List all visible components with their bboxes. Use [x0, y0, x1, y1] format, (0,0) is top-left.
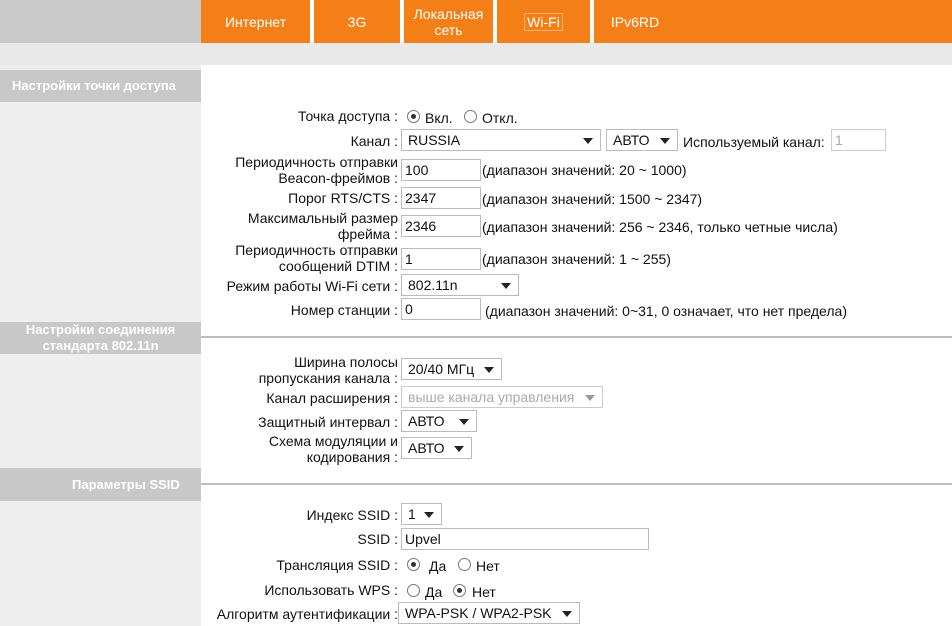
- label-access-point: Точка доступа :: [297, 108, 398, 124]
- label-dtim: Периодичность отправки сообщений DTIM :: [235, 242, 398, 274]
- rts-input[interactable]: 2347: [401, 187, 481, 209]
- label-beacon: Периодичность отправки Beacon-фреймов :: [235, 154, 398, 186]
- used-channel-field: 1: [831, 129, 886, 151]
- select-value: 20/40 МГц: [408, 361, 475, 377]
- label-broadcast: Трансляция SSID :: [276, 557, 398, 573]
- broadcast-yes-radio[interactable]: [407, 558, 420, 571]
- tab-internet[interactable]: Интернет: [201, 0, 314, 43]
- section-80211n: Настройки соединения стандарта 802.11n: [0, 322, 201, 354]
- broadcast-yes-label: Да: [429, 558, 447, 574]
- label-mcs: Схема модуляции и кодирования :: [268, 433, 398, 465]
- frag-input[interactable]: 2346: [401, 215, 481, 237]
- chevron-down-icon: [585, 395, 595, 401]
- broadcast-no-radio[interactable]: [458, 558, 471, 571]
- section-ssid: Параметры SSID: [0, 468, 201, 501]
- station-hint: (диапазон значений: 0~31, 0 означает, чт…: [485, 303, 847, 319]
- label-channel: Канал :: [350, 133, 398, 149]
- channel-select[interactable]: АВТО: [606, 129, 678, 151]
- rts-hint: (диапазон значений: 1500 ~ 2347): [482, 191, 703, 207]
- dtim-input[interactable]: 1: [401, 248, 481, 270]
- chevron-down-icon: [454, 446, 464, 452]
- tab-local-network[interactable]: Локальная сеть: [404, 0, 497, 43]
- section-access-point: Настройки точки доступа: [0, 70, 201, 102]
- label-ssid-index: Индекс SSID :: [306, 507, 398, 523]
- tab-3g[interactable]: 3G: [314, 0, 404, 43]
- wps-no-radio[interactable]: [453, 584, 466, 597]
- label-rts: Порог RTS/CTS :: [288, 190, 398, 206]
- label-ssid: SSID :: [357, 531, 398, 547]
- ext-channel-select[interactable]: выше канала управления: [401, 386, 603, 408]
- mode-select[interactable]: 802.11n: [401, 274, 519, 296]
- label-guard: Защитный интервал :: [258, 414, 398, 430]
- mcs-select[interactable]: АВТО: [401, 437, 472, 459]
- beacon-input[interactable]: 100: [401, 159, 481, 181]
- station-input[interactable]: 0: [401, 298, 481, 320]
- chevron-down-icon: [484, 367, 494, 373]
- tab-wifi[interactable]: Wi-Fi: [497, 0, 594, 43]
- bandwidth-select[interactable]: 20/40 МГц: [401, 358, 502, 380]
- ap-off-radio[interactable]: [464, 110, 477, 123]
- country-select[interactable]: RUSSIA: [401, 129, 601, 151]
- broadcast-no-label: Нет: [476, 558, 500, 574]
- wps-yes-label: Да: [425, 584, 443, 600]
- wps-yes-radio[interactable]: [407, 584, 420, 597]
- select-value: 1: [408, 506, 416, 522]
- ssid-index-select[interactable]: 1: [401, 503, 442, 525]
- label-frag: Максимальный размер фрейма :: [247, 210, 398, 242]
- divider: [201, 483, 952, 485]
- select-value: выше канала управления: [408, 389, 575, 405]
- label-ext-channel: Канал расширения :: [266, 390, 398, 406]
- label-auth: Алгоритм аутентификации :: [216, 606, 398, 622]
- used-channel-label: Используемый канал:: [683, 134, 825, 150]
- guard-select[interactable]: АВТО: [401, 410, 477, 432]
- auth-select[interactable]: WPA-PSK / WPA2-PSK: [398, 602, 580, 624]
- tab-label: 3G: [347, 13, 367, 30]
- select-value: WPA-PSK / WPA2-PSK: [405, 605, 552, 621]
- chevron-down-icon: [459, 419, 469, 425]
- chevron-down-icon: [562, 611, 572, 617]
- select-value: АВТО: [408, 440, 445, 456]
- select-value: АВТО: [613, 132, 650, 148]
- wps-no-label: Нет: [472, 584, 496, 600]
- tab-ipv6rd[interactable]: IPv6RD: [594, 0, 676, 43]
- chevron-down-icon: [424, 512, 434, 518]
- label-mode: Режим работы Wi-Fi сети :: [226, 278, 398, 294]
- ssid-input[interactable]: Upvel: [401, 528, 649, 550]
- frag-hint: (диапазон значений: 256 ~ 2346, только ч…: [482, 219, 838, 235]
- label-wps: Использовать WPS :: [264, 582, 398, 598]
- tab-label: Интернет: [224, 13, 287, 30]
- top-navigation: Интернет 3G Локальная сеть Wi-Fi IPv6RD: [0, 0, 952, 43]
- label-bandwidth: Ширина полосы пропускания канала :: [258, 354, 398, 386]
- ap-on-radio[interactable]: [407, 110, 420, 123]
- nav-left-block: [0, 0, 201, 43]
- chevron-down-icon: [660, 138, 670, 144]
- beacon-hint: (диапазон значений: 20 ~ 1000): [482, 162, 687, 178]
- label-station: Номер станции :: [290, 302, 398, 318]
- divider: [201, 336, 952, 338]
- sub-strip: [0, 43, 952, 65]
- ap-off-label: Откл.: [482, 110, 518, 126]
- ap-on-label: Вкл.: [425, 110, 453, 126]
- chevron-down-icon: [501, 283, 511, 289]
- chevron-down-icon: [583, 138, 593, 144]
- dtim-hint: (диапазон значений: 1 ~ 255): [482, 251, 671, 267]
- tab-label: Локальная сеть: [413, 5, 484, 38]
- tab-label: Wi-Fi: [524, 12, 563, 31]
- select-value: АВТО: [408, 413, 445, 429]
- tab-label: IPv6RD: [610, 13, 660, 30]
- select-value: 802.11n: [408, 277, 458, 293]
- select-value: RUSSIA: [408, 132, 461, 148]
